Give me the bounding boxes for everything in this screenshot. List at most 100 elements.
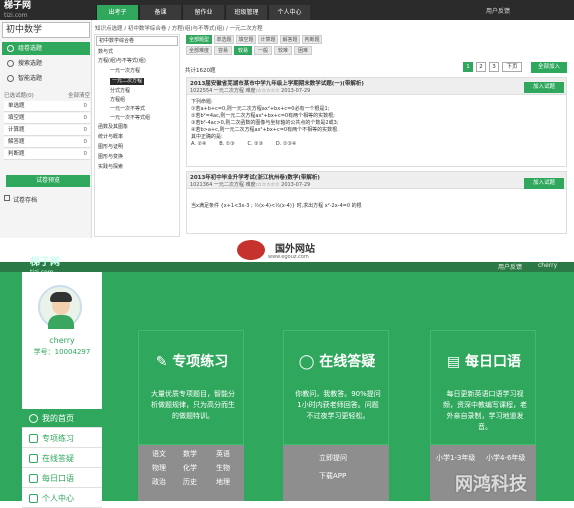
subject-link[interactable]: 数学	[183, 449, 197, 459]
nav-tab-prepare[interactable]: 备课	[139, 5, 181, 20]
subject-link[interactable]: 生物	[216, 463, 230, 473]
sidebar-item-speaking[interactable]: 每日口语	[22, 469, 102, 488]
question-header: 2013届安徽省芜湖市某市中学九年级上学期期末数学试题(一)(带解析) 1022…	[186, 77, 567, 95]
page-3[interactable]: 3	[489, 62, 499, 72]
profile-name: cherry	[49, 336, 75, 345]
type-row: 解答题 0	[4, 137, 90, 148]
menu-search-select[interactable]: 搜索选题	[2, 57, 90, 70]
question-meta: 1021364 一元二次方程 难度:☆☆☆☆☆ 2013-07-29	[190, 182, 311, 188]
tree-node[interactable]: 实践与探索	[98, 164, 123, 171]
corner-watermark: 网鸿科技	[455, 474, 527, 495]
subject-link[interactable]: 政治	[152, 477, 166, 487]
username-link[interactable]: cherry	[538, 262, 557, 269]
card-desc: 每日更新英语口语学习视频，资深中教编写课程，老外亲自录制，学习地道发音。	[443, 390, 527, 431]
subject-select[interactable]: 初中数学	[2, 22, 90, 38]
tree-node[interactable]: 图形与证明	[98, 144, 123, 151]
result-count: 共计1620题	[185, 68, 216, 74]
tree-node[interactable]: 分式方程	[110, 88, 130, 95]
feedback-link[interactable]: 用户反馈	[498, 262, 522, 271]
tree-node[interactable]: 数与式	[98, 49, 113, 56]
page-1[interactable]: 1	[463, 62, 473, 72]
tree-node[interactable]: 一元一次不等式组	[110, 115, 150, 122]
sidebar-item-qa[interactable]: 在线答疑	[22, 449, 102, 468]
filter-type[interactable]: 判断题	[302, 35, 322, 44]
chat-icon	[29, 454, 38, 463]
tree-node[interactable]: 图形与变换	[98, 154, 123, 161]
card-title: ✎ 专项练习	[155, 354, 229, 370]
question-title[interactable]: 2013届安徽省芜湖市某市中学九年级上学期期末数学试题(一)(带解析)	[190, 79, 364, 87]
tree-node[interactable]: 方程组	[110, 97, 125, 104]
user-icon	[29, 494, 38, 503]
home-icon	[29, 414, 38, 423]
archive-icon	[4, 195, 10, 201]
subject-link[interactable]: 物理	[152, 463, 166, 473]
sidebar-item-personal[interactable]: 个人中心	[22, 489, 102, 508]
tree-select[interactable]: 初中数学综合卷	[96, 36, 178, 46]
archive-link[interactable]: 试卷存档	[4, 195, 37, 204]
add-question-button[interactable]: 加入试题	[524, 178, 564, 189]
filter-level[interactable]: 一般	[254, 46, 272, 55]
tree-node[interactable]: 函数及其图象	[98, 124, 128, 131]
tree-node-selected[interactable]: 一元二次方程	[110, 78, 145, 85]
feedback-link[interactable]: 用户反馈	[486, 6, 510, 15]
grade-link[interactable]: 小学1-3年级	[436, 453, 475, 463]
question-header: 2013年初中毕业升学考试(浙江杭州卷)数学(带解析) 1021364 一元二次…	[186, 171, 567, 189]
breadcrumb: 知识点选题 / 初中数学综合卷 / 方程(组)与不等式(组) / 一元二次方程	[95, 26, 263, 32]
subject-link[interactable]: 英语	[216, 449, 230, 459]
filter-level[interactable]: 容易	[214, 46, 232, 55]
filter-level[interactable]: 困难	[294, 46, 312, 55]
menu-knowledge-select[interactable]: 组卷选题	[2, 42, 90, 55]
filter-type[interactable]: 解答题	[280, 35, 300, 44]
subject-link[interactable]: 历史	[183, 477, 197, 487]
card-footer: 语文 数学 英语 物理 化学 生物 政治 历史 地理	[138, 445, 244, 501]
tree-node[interactable]: 方程(组)与不等式(组)	[98, 58, 146, 65]
clear-all-link[interactable]: 全部清空	[68, 91, 90, 99]
watermark-title: 国外网站	[275, 244, 315, 255]
nav-tab-class[interactable]: 班级管理	[225, 5, 267, 20]
profile-id: 学号：10004297	[33, 348, 91, 356]
nav-tab-personal[interactable]: 个人中心	[268, 5, 310, 20]
add-all-button[interactable]: 全部加入	[531, 62, 567, 73]
tree-node[interactable]: 一元一次方程	[110, 68, 140, 75]
nav-tab-homework[interactable]: 留作业	[182, 5, 224, 20]
watermark-logo-icon	[237, 240, 265, 260]
filter-type-all[interactable]: 全部题型	[186, 35, 212, 44]
filter-level-all[interactable]: 全部难度	[186, 46, 212, 55]
preview-button[interactable]: 试卷预览	[6, 175, 90, 187]
page-2[interactable]: 2	[476, 62, 486, 72]
tree-node[interactable]: 统计与概率	[98, 134, 123, 141]
card-speaking[interactable]: ▤ 每日口语 每日更新英语口语学习视频，资深中教编写课程，老外亲自录制，学习地道…	[430, 330, 536, 445]
card-desc: 大量优质专项题目，智能分析做题规律，只为高分而生的做题特训。	[151, 390, 235, 420]
question-body: 下列命题: ①若a+b+c=0,则一元二次方程ax²+bx+c=0必有一个根是1…	[186, 95, 567, 167]
sidebar-item-practice[interactable]: 专项练习	[22, 429, 102, 448]
question-title[interactable]: 2013年初中毕业升学考试(浙江杭州卷)数学(带解析)	[190, 173, 320, 181]
sidebar-item-home[interactable]: 我的首页	[22, 409, 102, 428]
search-icon	[7, 60, 14, 67]
subject-link[interactable]: 地理	[216, 477, 230, 487]
selected-header: 已选试题(0) 全部清空	[4, 91, 90, 99]
watermark-url: www.egouz.com	[268, 254, 309, 260]
card-title: ▤ 每日口语	[446, 354, 522, 370]
subject-link[interactable]: 化学	[183, 463, 197, 473]
card-qa[interactable]: ◯ 在线答疑 你教问，我教答。90%提问1小时内获老师回答。问题不过夜学习更轻松…	[283, 330, 389, 445]
type-row: 填空题 0	[4, 113, 90, 124]
tree-node[interactable]: 一元一次不等式	[110, 106, 145, 113]
nav-tab-exam[interactable]: 出考子	[96, 5, 138, 20]
site-logo[interactable]: 梯子网tizi.com	[4, 2, 31, 20]
next-page[interactable]: 下页	[502, 62, 522, 72]
subject-link[interactable]: 语文	[152, 449, 166, 459]
ask-now-link[interactable]: 立即提问	[319, 453, 347, 463]
question-body: 当x满足条件 {x+1<3x-3 ; ½(x-4)<⅓(x-4)} 时,求出方程…	[186, 189, 567, 234]
grade-link[interactable]: 小学4-6年级	[486, 453, 525, 463]
filter-level[interactable]: 较难	[274, 46, 292, 55]
filter-type[interactable]: 填空题	[236, 35, 256, 44]
filter-type[interactable]: 计算题	[258, 35, 278, 44]
edit-icon	[29, 434, 38, 443]
menu-smart-select[interactable]: 智能选题	[2, 72, 90, 85]
filter-level[interactable]: 较易	[234, 46, 252, 55]
download-app-link[interactable]: 下载APP	[319, 471, 346, 481]
avatar[interactable]	[38, 285, 82, 329]
add-question-button[interactable]: 加入试题	[524, 82, 564, 93]
card-practice[interactable]: ✎ 专项练习 大量优质专项题目，智能分析做题规律，只为高分而生的做题特训。	[138, 330, 244, 445]
filter-type[interactable]: 单选题	[214, 35, 234, 44]
